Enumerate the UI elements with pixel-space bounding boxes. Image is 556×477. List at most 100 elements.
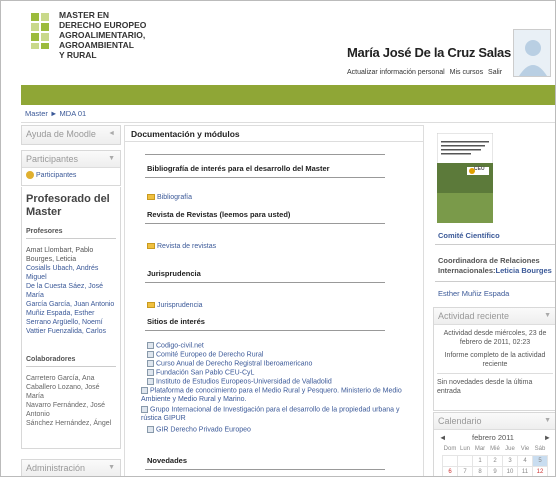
site-link[interactable]: Comité Europeo de Derecho Rural: [156, 351, 263, 358]
weekday-label: Mar: [474, 446, 486, 453]
site-logo-text: MASTER EN DERECHO EUROPEO AGROALIMENTARI…: [59, 10, 146, 60]
calendar-day[interactable]: 4: [517, 454, 533, 467]
divider: [145, 282, 385, 283]
profesor-item: Amat Llombart, Pablo: [26, 247, 94, 254]
participants-link[interactable]: Participantes: [36, 172, 76, 179]
calendar-day[interactable]: 6: [442, 465, 458, 476]
weekday-label: Lun: [459, 446, 470, 453]
profesor-item[interactable]: De la Cuesta Sáez, José María: [26, 282, 116, 300]
jurisprudencia-resource[interactable]: Jurisprudencia: [147, 302, 203, 309]
bibliografia-section-title: Bibliografía de interés para el desarrol…: [147, 164, 330, 173]
calendar-day[interactable]: 5: [532, 454, 548, 467]
web-link-icon: [147, 426, 154, 433]
site-link[interactable]: Instituto de Estudios Europeos-Universid…: [156, 378, 332, 385]
collapse-down-icon[interactable]: ▼: [108, 464, 115, 471]
site-link-item[interactable]: Comité Europeo de Derecho Rural: [147, 351, 407, 360]
calendar-prev-icon[interactable]: ◄: [439, 433, 446, 442]
logo-line: Y RURAL: [59, 50, 97, 60]
collapse-down-icon[interactable]: ▼: [544, 417, 551, 424]
web-link-icon: [147, 342, 154, 349]
users-icon: [26, 171, 34, 179]
calendar-next-icon[interactable]: ►: [544, 433, 551, 442]
colaborador-item: Caballero Lozano, José María: [26, 384, 100, 400]
comite-cientifico-link[interactable]: Comité Científico: [438, 231, 500, 240]
user-links: Actualizar información personal Mis curs…: [347, 69, 505, 76]
divider: [145, 330, 385, 331]
profesor-item[interactable]: Serrano Argüello, Noemí: [26, 318, 116, 327]
jurisprudencia-link[interactable]: Jurisprudencia: [157, 302, 203, 309]
divider: [145, 177, 385, 178]
revistas-link[interactable]: Revista de revistas: [157, 243, 216, 250]
weekday-label: Mié: [490, 446, 500, 453]
recent-activity-header[interactable]: Actividad reciente ▼: [434, 308, 555, 325]
site-link-item[interactable]: Instituto de Estudios Europeos-Universid…: [147, 378, 407, 387]
revistas-section-title: Revista de Revistas (leemos para usted): [147, 210, 291, 219]
book-cover-image[interactable]: [437, 133, 493, 223]
profesor-item[interactable]: García García, Juan Antonio: [26, 300, 116, 309]
user-name: María José De la Cruz Salas: [347, 45, 511, 60]
avatar-placeholder-icon: [519, 40, 547, 76]
participants-block-header[interactable]: Participantes ▼: [22, 151, 120, 168]
book-cover-block: CEU: [433, 133, 555, 225]
my-courses-link[interactable]: Mis cursos: [450, 69, 483, 76]
coordinadora-link[interactable]: Leticia Bourges: [496, 266, 552, 275]
collapse-down-icon[interactable]: ▼: [108, 155, 115, 162]
participants-link-row[interactable]: Participantes: [22, 168, 120, 182]
divider: [435, 244, 555, 245]
bibliografia-resource[interactable]: Bibliografía: [147, 194, 192, 201]
profesor-item[interactable]: Cosialls Ubach, Andrés Miguel: [26, 264, 116, 282]
novedades-section-title: Novedades: [147, 456, 188, 465]
web-link-icon: [141, 406, 148, 413]
calendar-day[interactable]: 10: [502, 465, 518, 476]
colaborador-item: Navarro Fernández, José Antonio: [26, 402, 105, 418]
web-link-icon: [147, 369, 154, 376]
faculty-block: Profesorado del Master Profesores Amat L…: [21, 187, 121, 449]
calendar-header[interactable]: Calendario ▼: [434, 413, 555, 430]
collapse-down-icon[interactable]: ▼: [544, 312, 551, 319]
site-link[interactable]: Plataforma de conocimiento para el Medio…: [141, 387, 402, 403]
section-header: Documentación y módulos: [125, 126, 423, 142]
faculty-title: Profesorado del Master: [26, 193, 110, 218]
activity-since-text: Actividad desde miércoles, 23 de febrero…: [443, 330, 547, 346]
full-report-link[interactable]: Informe completo de la actividad recient…: [434, 351, 555, 369]
user-avatar[interactable]: [513, 29, 551, 77]
jurisprudencia-section-title: Jurisprudencia: [147, 269, 201, 278]
calendar-day[interactable]: 3: [502, 454, 518, 467]
calendar-day[interactable]: 9: [487, 465, 503, 476]
calendar-day[interactable]: 11: [517, 465, 533, 476]
profesor-item[interactable]: Muñiz Espada, Esther: [26, 309, 116, 318]
calendar-day[interactable]: 1: [472, 454, 488, 467]
site-link-item[interactable]: Curso Anual de Derecho Registral Iberoam…: [147, 360, 407, 369]
logout-link[interactable]: Salir: [488, 69, 502, 76]
site-link-item[interactable]: Grupo Internacional de Investigación par…: [141, 406, 409, 423]
esther-link[interactable]: Esther Muñiz Espada: [438, 289, 509, 298]
admin-block-title: Administración: [26, 463, 86, 473]
admin-block-header[interactable]: Administración ▼: [22, 460, 120, 476]
site-link-item[interactable]: GIR Derecho Privado Europeo: [147, 426, 407, 435]
calendar-day[interactable]: 12: [532, 465, 548, 476]
profesor-item[interactable]: Vattier Fuenzalida, Carlos: [26, 327, 116, 336]
help-block-header[interactable]: Ayuda de Moodle ◄: [22, 126, 120, 144]
logo-line: MASTER EN: [59, 10, 110, 20]
site-link[interactable]: GIR Derecho Privado Europeo: [156, 426, 251, 433]
site-link-item[interactable]: Plataforma de conocimiento para el Medio…: [141, 387, 409, 404]
folder-icon: [147, 194, 155, 201]
calendar-day[interactable]: 8: [472, 465, 488, 476]
site-link[interactable]: Codigo-civil.net: [156, 342, 204, 349]
bibliografia-link[interactable]: Bibliografía: [157, 194, 192, 201]
site-link-item[interactable]: Codigo-civil.net: [147, 342, 407, 351]
calendar-day[interactable]: 2: [487, 454, 503, 467]
breadcrumb-home[interactable]: Master: [25, 109, 48, 118]
coordinadora-block: Coordinadora de Relaciones Internacional…: [438, 256, 555, 276]
participants-block-title: Participantes: [26, 154, 79, 164]
calendar-day[interactable]: 7: [457, 465, 473, 476]
calendar-grid: Dom Lun Mar Mié Jue Vie Sáb 1 2 3 4 5 6 …: [442, 444, 552, 476]
site-link[interactable]: Fundación San Pablo CEU-CyL: [156, 369, 254, 376]
folder-icon: [147, 302, 155, 309]
update-profile-link[interactable]: Actualizar información personal: [347, 69, 445, 76]
site-link-item[interactable]: Fundación San Pablo CEU-CyL: [147, 369, 407, 378]
revistas-resource[interactable]: Revista de revistas: [147, 243, 216, 250]
site-link[interactable]: Grupo Internacional de Investigación par…: [141, 406, 399, 422]
collapse-left-icon[interactable]: ◄: [108, 130, 115, 137]
site-link[interactable]: Curso Anual de Derecho Registral Iberoam…: [156, 360, 312, 367]
